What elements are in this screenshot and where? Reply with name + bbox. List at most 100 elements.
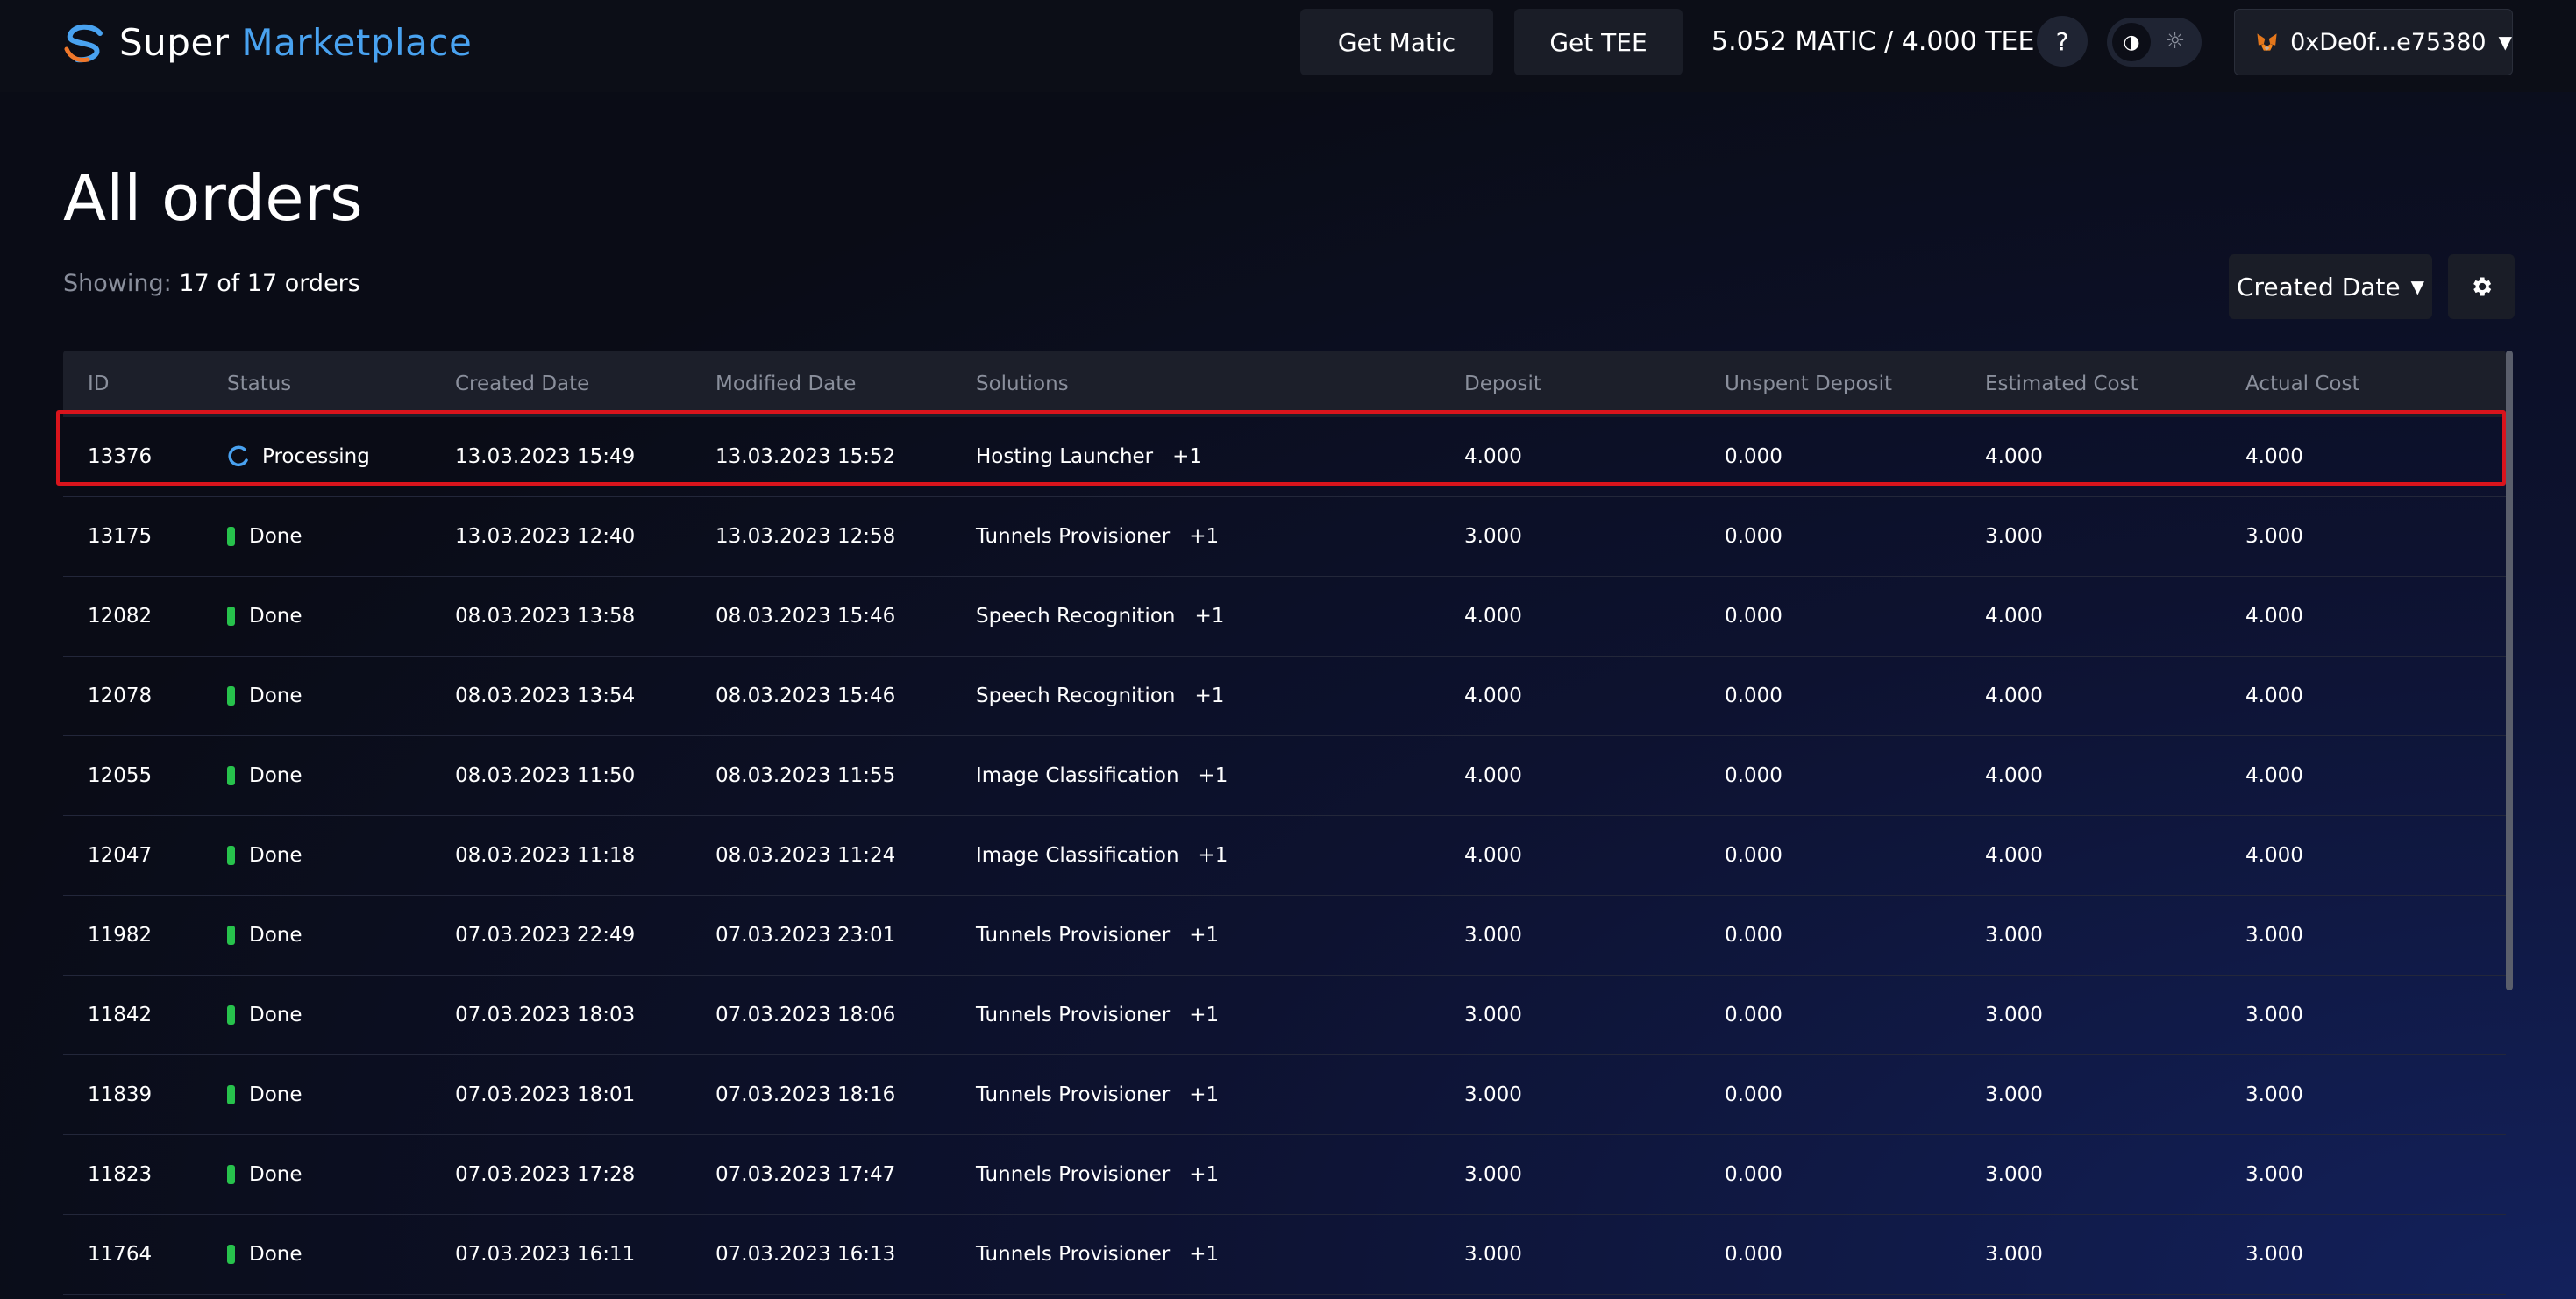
table-row[interactable]: 12047 Done 08.03.2023 11:18 08.03.2023 1…: [63, 816, 2506, 896]
cell-deposit: 4.000: [1464, 685, 1522, 707]
cell-estimated-cost: 4.000: [1985, 685, 2043, 707]
done-status-icon: [227, 527, 235, 546]
column-header-unspent-deposit[interactable]: Unspent Deposit: [1725, 373, 1892, 395]
status-label: Done: [249, 685, 302, 707]
table-row[interactable]: 12078 Done 08.03.2023 13:54 08.03.2023 1…: [63, 657, 2506, 736]
metamask-fox-icon: [2257, 33, 2277, 51]
cell-unspent-deposit: 0.000: [1725, 764, 1783, 787]
cell-created-date: 13.03.2023 15:49: [455, 445, 636, 468]
cell-estimated-cost: 3.000: [1985, 924, 2043, 947]
table-row[interactable]: 11823 Done 07.03.2023 17:28 07.03.2023 1…: [63, 1135, 2506, 1215]
column-header-id[interactable]: ID: [88, 373, 110, 395]
solution-name: Tunnels Provisioner: [976, 1163, 1171, 1186]
cell-estimated-cost: 3.000: [1985, 1083, 2043, 1106]
cell-deposit: 4.000: [1464, 445, 1522, 468]
cell-actual-cost: 3.000: [2245, 1163, 2303, 1186]
cell-created-date: 08.03.2023 11:18: [455, 844, 636, 867]
settings-button[interactable]: [2448, 254, 2515, 319]
solution-more-count[interactable]: +1: [1189, 924, 1219, 947]
done-status-icon: [227, 1085, 235, 1104]
logo-word-marketplace: Marketplace: [241, 21, 473, 64]
cell-deposit: 3.000: [1464, 1083, 1522, 1106]
cell-id: 13175: [88, 525, 153, 548]
column-header-actual-cost[interactable]: Actual Cost: [2245, 373, 2360, 395]
column-header-status[interactable]: Status: [227, 373, 291, 395]
solution-more-count[interactable]: +1: [1199, 764, 1228, 787]
cell-modified-date: 13.03.2023 12:58: [715, 525, 896, 548]
cell-id: 11842: [88, 1004, 153, 1026]
balance-display: 5.052 MATIC / 4.000 TEE: [1711, 26, 2035, 57]
column-header-estimated-cost[interactable]: Estimated Cost: [1985, 373, 2138, 395]
get-matic-button[interactable]: Get Matic: [1300, 9, 1493, 75]
solution-more-count[interactable]: +1: [1189, 525, 1219, 548]
gear-icon: [2473, 277, 2492, 296]
cell-modified-date: 08.03.2023 11:55: [715, 764, 896, 787]
cell-status: Done: [227, 1163, 302, 1186]
page-title: All orders: [63, 161, 363, 235]
cell-solutions: Speech Recognition +1: [976, 605, 1224, 628]
theme-toggle[interactable]: ◑ ☼: [2107, 18, 2202, 67]
solution-more-count[interactable]: +1: [1189, 1004, 1219, 1026]
solution-more-count[interactable]: +1: [1172, 445, 1202, 468]
get-tee-button[interactable]: Get TEE: [1514, 9, 1683, 75]
showing-value: 17 of 17 orders: [179, 270, 360, 297]
column-header-solutions[interactable]: Solutions: [976, 373, 1069, 395]
cell-deposit: 4.000: [1464, 764, 1522, 787]
cell-actual-cost: 4.000: [2245, 685, 2303, 707]
column-header-created-date[interactable]: Created Date: [455, 373, 589, 395]
table-row[interactable]: 13376 Processing 13.03.2023 15:49 13.03.…: [56, 410, 2506, 497]
cell-id: 11764: [88, 1243, 153, 1266]
cell-actual-cost: 4.000: [2245, 605, 2303, 628]
cell-id: 13376: [88, 445, 153, 468]
cell-actual-cost: 3.000: [2245, 1083, 2303, 1106]
solution-more-count[interactable]: +1: [1194, 605, 1224, 628]
solution-name: Image Classification: [976, 764, 1179, 787]
cell-deposit: 4.000: [1464, 844, 1522, 867]
wallet-button[interactable]: 0xDe0f...e75380 ▼: [2234, 9, 2513, 75]
status-label: Done: [249, 1004, 302, 1026]
logo[interactable]: Super Marketplace: [61, 21, 472, 64]
cell-deposit: 3.000: [1464, 525, 1522, 548]
done-status-icon: [227, 926, 235, 945]
top-bar: Super Marketplace Get Matic Get TEE 5.05…: [0, 0, 2576, 92]
sort-dropdown[interactable]: Created Date ▼: [2229, 254, 2432, 319]
cell-status: Done: [227, 924, 302, 947]
status-label: Done: [249, 1083, 302, 1106]
table-row[interactable]: 11842 Done 07.03.2023 18:03 07.03.2023 1…: [63, 976, 2506, 1055]
table-row[interactable]: 11982 Done 07.03.2023 22:49 07.03.2023 2…: [63, 896, 2506, 976]
table-row[interactable]: 11764 Done 07.03.2023 16:11 07.03.2023 1…: [63, 1215, 2506, 1295]
solution-more-count[interactable]: +1: [1189, 1163, 1219, 1186]
table-row[interactable]: 13175 Done 13.03.2023 12:40 13.03.2023 1…: [63, 497, 2506, 577]
cell-unspent-deposit: 0.000: [1725, 1243, 1783, 1266]
solution-name: Tunnels Provisioner: [976, 525, 1171, 548]
cell-modified-date: 13.03.2023 15:52: [715, 445, 896, 468]
cell-deposit: 3.000: [1464, 924, 1522, 947]
cell-created-date: 13.03.2023 12:40: [455, 525, 636, 548]
help-button[interactable]: ?: [2037, 16, 2088, 67]
status-label: Done: [249, 764, 302, 787]
wallet-address: 0xDe0f...e75380: [2290, 28, 2487, 56]
table-row[interactable]: 11839 Done 07.03.2023 18:01 07.03.2023 1…: [63, 1055, 2506, 1135]
cell-id: 12055: [88, 764, 153, 787]
cell-created-date: 07.03.2023 16:11: [455, 1243, 636, 1266]
table-row[interactable]: 12082 Done 08.03.2023 13:58 08.03.2023 1…: [63, 577, 2506, 657]
table-row[interactable]: 12055 Done 08.03.2023 11:50 08.03.2023 1…: [63, 736, 2506, 816]
cell-solutions: Tunnels Provisioner +1: [976, 1243, 1219, 1266]
table-scrollbar[interactable]: [2506, 351, 2513, 990]
cell-unspent-deposit: 0.000: [1725, 1163, 1783, 1186]
column-header-modified-date[interactable]: Modified Date: [715, 373, 856, 395]
table-header: ID Status Created Date Modified Date Sol…: [63, 351, 2506, 417]
solution-more-count[interactable]: +1: [1189, 1083, 1219, 1106]
logo-word-super: Super: [119, 21, 230, 64]
cell-modified-date: 07.03.2023 16:13: [715, 1243, 896, 1266]
solution-more-count[interactable]: +1: [1199, 844, 1228, 867]
solution-more-count[interactable]: +1: [1189, 1243, 1219, 1266]
done-status-icon: [227, 1245, 235, 1264]
cell-unspent-deposit: 0.000: [1725, 1083, 1783, 1106]
chevron-down-icon: ▼: [2498, 32, 2512, 53]
column-header-deposit[interactable]: Deposit: [1464, 373, 1541, 395]
status-label: Processing: [262, 445, 370, 468]
solution-more-count[interactable]: +1: [1194, 685, 1224, 707]
cell-status: Done: [227, 1083, 302, 1106]
cell-status: Processing: [227, 445, 370, 468]
